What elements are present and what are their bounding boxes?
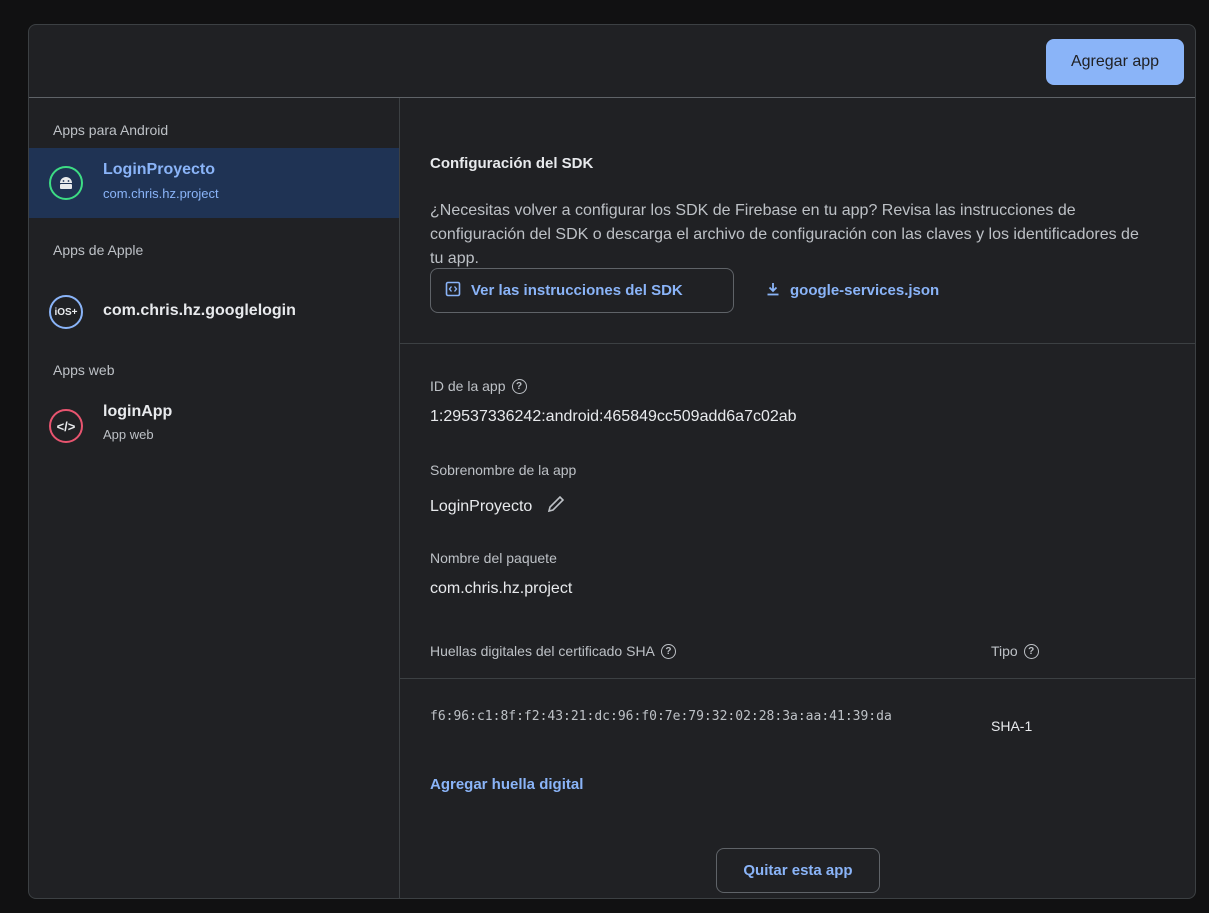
download-config-label: google-services.json — [790, 282, 940, 299]
sdk-heading: Configuración del SDK — [430, 155, 594, 172]
help-icon[interactable]: ? — [1023, 643, 1039, 659]
remove-app-button[interactable]: Quitar esta app — [716, 848, 880, 893]
add-app-button[interactable]: Agregar app — [1046, 39, 1184, 85]
package-value: com.chris.hz.project — [430, 580, 573, 597]
package-label: Nombre del paquete — [430, 550, 557, 566]
app-title: LoginProyecto — [103, 161, 216, 178]
help-icon[interactable]: ? — [511, 378, 527, 394]
section-label-web: Apps web — [53, 362, 115, 378]
code-icon: </> — [49, 409, 83, 443]
download-icon — [766, 282, 780, 300]
edit-pencil-icon[interactable] — [546, 494, 566, 519]
section-label-apple: Apps de Apple — [53, 242, 144, 258]
app-title: loginApp — [103, 403, 173, 420]
help-icon[interactable]: ? — [660, 643, 676, 659]
sdk-instructions-button[interactable]: Ver las instrucciones del SDK — [430, 268, 734, 313]
app-id-value: 1:29537336242:android:465849cc509add6a7c… — [430, 408, 797, 425]
sdk-instructions-label: Ver las instrucciones del SDK — [471, 282, 683, 299]
nickname-label: Sobrenombre de la app — [430, 462, 577, 478]
sdk-description: ¿Necesitas volver a configurar los SDK d… — [430, 202, 1139, 267]
nickname-row: LoginProyecto — [430, 494, 566, 519]
type-column-label: Tipo — [991, 643, 1018, 659]
app-subtitle: App web — [103, 427, 154, 442]
app-item-googlelogin[interactable]: iOS+ com.chris.hz.googlelogin — [29, 284, 399, 340]
app-settings-card: Agregar app Apps para Android LoginProye… — [28, 24, 1196, 899]
app-detail-panel: Configuración del SDK ¿Necesitas volver … — [400, 98, 1195, 898]
type-column-header: Tipo ? — [991, 643, 1039, 659]
sha-type: SHA-1 — [991, 718, 1033, 734]
section-divider — [400, 343, 1195, 344]
app-item-loginproyecto[interactable]: LoginProyecto com.chris.hz.project — [29, 148, 399, 218]
sha-column-header: Huellas digitales del certificado SHA ? — [430, 643, 676, 659]
app-title: com.chris.hz.googlelogin — [103, 302, 296, 319]
card-header: Agregar app — [29, 25, 1195, 98]
section-label-android: Apps para Android — [53, 122, 169, 138]
sha-fingerprint: f6:96:c1:8f:f2:43:21:dc:96:f0:7e:79:32:0… — [430, 709, 892, 724]
app-subtitle: com.chris.hz.project — [103, 186, 219, 201]
app-id-label: ID de la app ? — [430, 378, 527, 394]
download-config-link[interactable]: google-services.json — [766, 268, 939, 313]
add-fingerprint-link[interactable]: Agregar huella digital — [430, 776, 583, 793]
app-id-label-text: ID de la app — [430, 378, 506, 394]
android-icon — [49, 166, 83, 200]
ios-icon: iOS+ — [49, 295, 83, 329]
code-box-icon — [445, 281, 461, 301]
table-divider — [400, 678, 1195, 679]
nickname-value: LoginProyecto — [430, 497, 533, 515]
sha-column-label: Huellas digitales del certificado SHA — [430, 643, 655, 659]
app-item-loginapp[interactable]: </> loginApp App web — [29, 398, 399, 468]
apps-sidebar: Apps para Android LoginProyecto com.chri… — [29, 98, 400, 898]
